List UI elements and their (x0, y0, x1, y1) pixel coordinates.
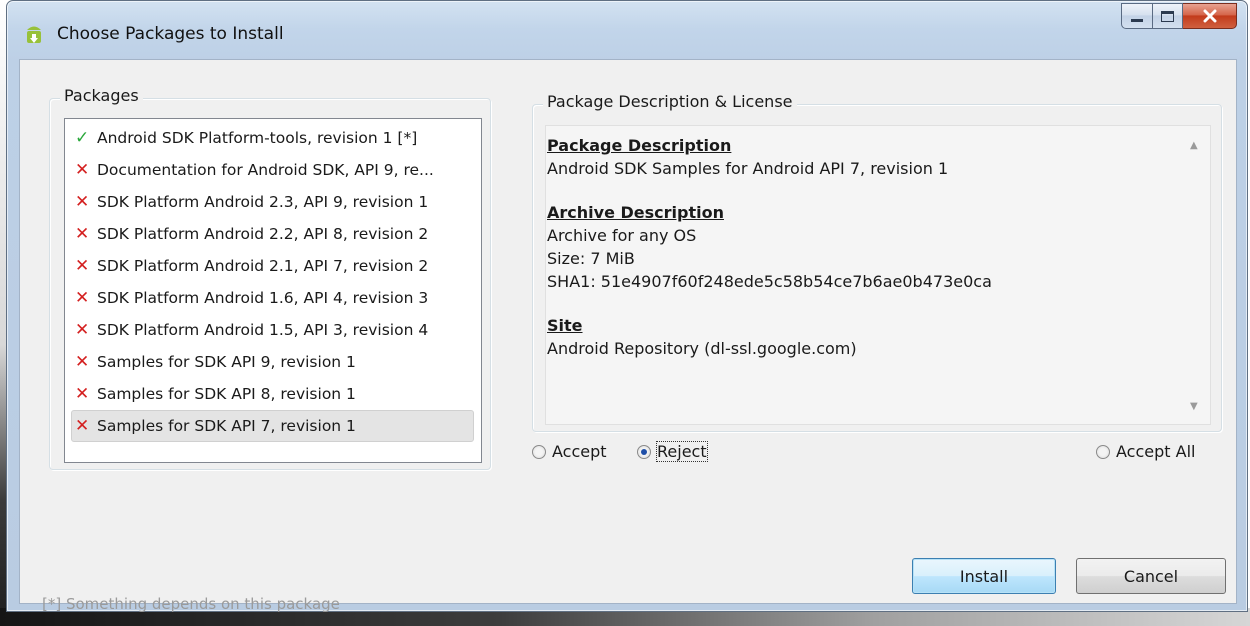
rejected-cross-icon: ✕ (75, 416, 90, 436)
rejected-cross-icon: ✕ (75, 256, 90, 276)
packages-list[interactable]: ✓ Android SDK Platform-tools, revision 1 … (64, 118, 482, 463)
archive-sha1-text: SHA1: 51e4907f60f248ede5c58b54ce7b6ae0b4… (547, 272, 992, 291)
dependency-footnote: [*] Something depends on this package (42, 595, 340, 613)
archive-os-text: Archive for any OS (547, 226, 697, 245)
accept-all-radio[interactable]: Accept All (1096, 442, 1195, 461)
packages-group: Packages ✓ Android SDK Platform-tools, re… (49, 86, 491, 470)
package-description-text: Android SDK Samples for Android API 7, r… (547, 159, 949, 178)
accept-all-label: Accept All (1116, 442, 1196, 461)
close-button[interactable] (1183, 3, 1237, 29)
package-label: Documentation for Android SDK, API 9, re… (97, 161, 434, 179)
rejected-cross-icon: ✕ (75, 384, 90, 404)
close-icon (1203, 9, 1216, 23)
minimize-icon (1131, 18, 1143, 22)
description-text-area[interactable]: Package Description Android SDK Samples … (545, 125, 1211, 425)
package-list-item[interactable]: ✕ SDK Platform Android 1.5, API 3, revisi… (71, 314, 474, 346)
archive-size-text: Size: 7 MiB (547, 249, 635, 268)
package-list-item[interactable]: ✕ SDK Platform Android 2.1, API 7, revisi… (71, 250, 474, 282)
site-heading: Site (547, 316, 583, 335)
package-description-heading: Package Description (547, 136, 732, 155)
site-text: Android Repository (dl-ssl.google.com) (547, 339, 857, 358)
rejected-cross-icon: ✕ (75, 160, 90, 180)
packages-legend: Packages (60, 86, 143, 105)
scroll-up-arrow-icon[interactable]: ▲ (1190, 140, 1200, 151)
reject-radio-button[interactable] (637, 444, 651, 459)
install-button[interactable]: Install (912, 558, 1056, 594)
rejected-cross-icon: ✕ (75, 320, 90, 340)
accepted-check-icon: ✓ (75, 128, 90, 148)
dialog-client-area: Packages ✓ Android SDK Platform-tools, re… (19, 59, 1237, 613)
title-bar[interactable]: Choose Packages to Install (7, 1, 1247, 59)
package-label: Samples for SDK API 8, revision 1 (97, 385, 356, 403)
package-label: SDK Platform Android 2.3, API 9, revisio… (97, 193, 429, 211)
package-list-item[interactable]: ✕ SDK Platform Android 1.6, API 4, revisi… (71, 282, 474, 314)
window-title: Choose Packages to Install (57, 24, 284, 44)
accept-label: Accept (552, 442, 607, 461)
reject-radio[interactable]: Reject (637, 441, 708, 462)
package-list-item[interactable]: ✕ Samples for SDK API 8, revision 1 (71, 378, 474, 410)
accept-all-radio-button[interactable] (1096, 444, 1110, 459)
caption-buttons (1121, 3, 1237, 29)
package-list-item[interactable]: ✕ SDK Platform Android 2.3, API 9, revisi… (71, 186, 474, 218)
maximize-button[interactable] (1153, 3, 1183, 29)
dialog-window: Choose Packages to Install Packages ✓ And… (6, 0, 1248, 613)
package-description-group: Package Description & License Package De… (532, 92, 1222, 432)
package-label: SDK Platform Android 2.2, API 8, revisio… (97, 225, 429, 243)
maximize-icon (1161, 10, 1174, 22)
rejected-cross-icon: ✕ (75, 192, 90, 212)
archive-description-heading: Archive Description (547, 203, 724, 222)
cancel-button[interactable]: Cancel (1076, 558, 1226, 594)
minimize-button[interactable] (1121, 3, 1153, 29)
rejected-cross-icon: ✕ (75, 224, 90, 244)
package-list-item[interactable]: ✕ Samples for SDK API 9, revision 1 (71, 346, 474, 378)
package-list-item[interactable]: ✕ Samples for SDK API 7, revision 1 (71, 410, 474, 442)
package-label: Android SDK Platform-tools, revision 1 [… (97, 129, 418, 147)
package-label: Samples for SDK API 9, revision 1 (97, 353, 356, 371)
accept-radio[interactable]: Accept (532, 442, 607, 461)
reject-label: Reject (656, 441, 708, 462)
android-app-icon (27, 26, 41, 43)
package-label: SDK Platform Android 1.5, API 3, revisio… (97, 321, 429, 339)
package-list-item[interactable]: ✕ Documentation for Android SDK, API 9, r… (71, 154, 474, 186)
rejected-cross-icon: ✕ (75, 352, 90, 372)
package-label: Samples for SDK API 7, revision 1 (97, 417, 356, 435)
package-list-item[interactable]: ✕ SDK Platform Android 2.2, API 8, revisi… (71, 218, 474, 250)
description-legend: Package Description & License (543, 92, 797, 111)
package-list-item[interactable]: ✓ Android SDK Platform-tools, revision 1 … (71, 122, 474, 154)
package-label: SDK Platform Android 2.1, API 7, revisio… (97, 257, 429, 275)
accept-radio-button[interactable] (532, 444, 546, 459)
package-label: SDK Platform Android 1.6, API 4, revisio… (97, 289, 429, 307)
scroll-down-arrow-icon[interactable]: ▼ (1190, 401, 1200, 412)
rejected-cross-icon: ✕ (75, 288, 90, 308)
